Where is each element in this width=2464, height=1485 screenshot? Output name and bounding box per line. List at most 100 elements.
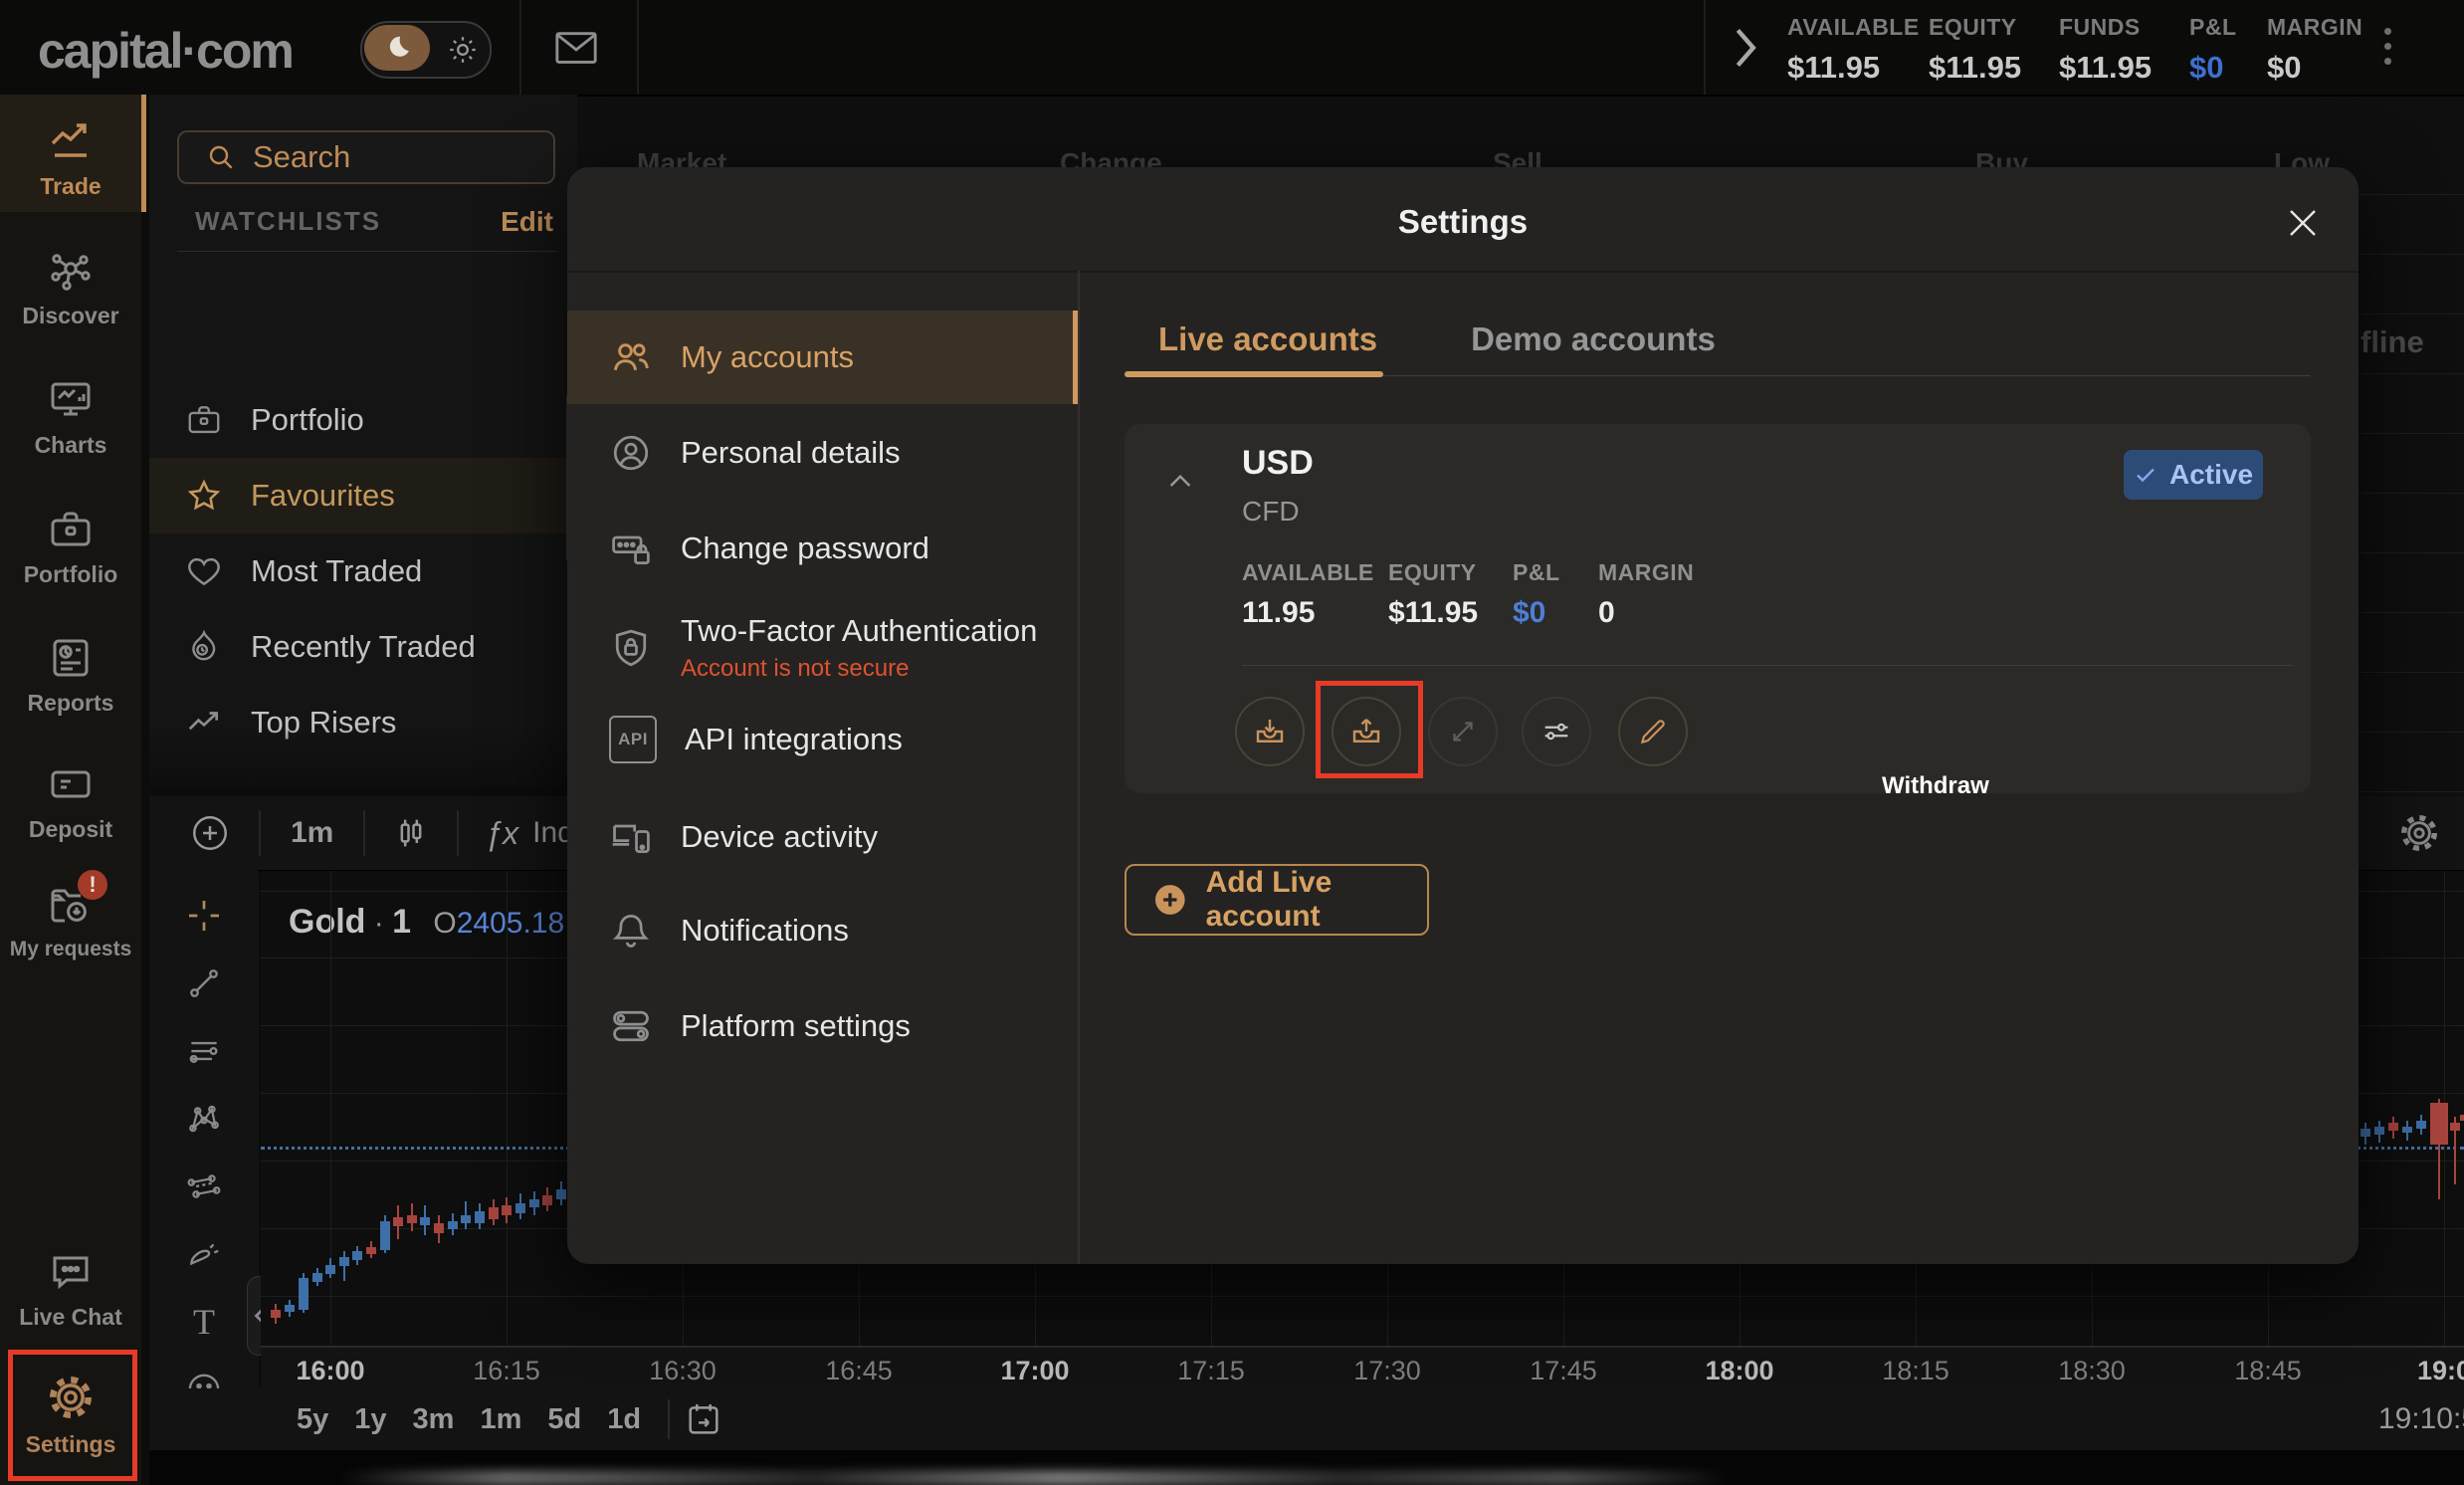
- time-tick-label: 17:45: [1530, 1356, 1597, 1386]
- card-icon: [0, 760, 141, 808]
- reports-icon: [0, 634, 141, 682]
- chart-settings-gear-icon[interactable]: [2396, 810, 2442, 856]
- divider: [567, 271, 2359, 273]
- add-live-account-button[interactable]: Add Live account: [1125, 864, 1429, 936]
- watchlist-item-portfolio[interactable]: Portfolio: [149, 382, 577, 458]
- settings-nav-api-integrations[interactable]: API API integrations: [567, 701, 1078, 778]
- heart-icon: [185, 552, 223, 590]
- xabcd-pattern-tool-icon[interactable]: [185, 1085, 223, 1153]
- transfer-button[interactable]: [1428, 697, 1498, 766]
- settings-nav-my-accounts[interactable]: My accounts: [567, 311, 1078, 404]
- collapse-stats-chevron[interactable]: [1730, 26, 1759, 70]
- sidebar-item-my-requests[interactable]: ! My requests: [0, 882, 141, 961]
- active-status-badge: Active: [2124, 450, 2263, 500]
- app-root: MarketChangeSellBuyLow fline capital·com: [0, 0, 2464, 1485]
- settings-nav-device-activity[interactable]: Device activity: [567, 798, 1078, 876]
- timeframe-5y[interactable]: 5y: [297, 1403, 328, 1436]
- discover-icon: [0, 247, 141, 295]
- kebab-menu-icon[interactable]: [2384, 28, 2391, 65]
- settings-highlight-box: [8, 1350, 137, 1481]
- watchlists-edit-button[interactable]: Edit: [501, 206, 553, 238]
- candle-style-icon[interactable]: [391, 813, 431, 853]
- brush-tool-icon[interactable]: [185, 1220, 223, 1288]
- bell-icon: [609, 909, 653, 953]
- time-tick-label: 16:30: [649, 1356, 717, 1386]
- withdraw-tooltip-label: Withdraw: [1882, 772, 1981, 800]
- stat-equity: EQUITY $11.95: [1929, 14, 2058, 86]
- sidebar-item-reports[interactable]: Reports: [0, 634, 141, 717]
- stat-margin: MARGIN $0: [2267, 14, 2376, 86]
- timeframe-1m[interactable]: 1m: [480, 1403, 521, 1436]
- timeframe-3m[interactable]: 3m: [413, 1403, 455, 1436]
- time-tick-label: 18:15: [1882, 1356, 1950, 1386]
- time-tick-label: 16:45: [825, 1356, 893, 1386]
- sun-icon: [446, 33, 480, 67]
- divider: [1078, 271, 1080, 1264]
- channel-tool-icon[interactable]: [185, 1153, 223, 1220]
- time-tick-label: 16:00: [296, 1356, 364, 1386]
- sidebar-item-charts[interactable]: Charts: [0, 376, 141, 459]
- stat-available: AVAILABLE $11.95: [1787, 14, 1939, 86]
- settings-nav-notifications[interactable]: Notifications: [567, 892, 1078, 969]
- timeframe-5d[interactable]: 5d: [547, 1403, 581, 1436]
- trend-line-tool-icon[interactable]: [185, 950, 223, 1017]
- watchlist-fade: [149, 727, 577, 786]
- time-tick-label: 16:15: [473, 1356, 540, 1386]
- topbar-divider: [637, 0, 639, 95]
- server-clock: 19:10:5: [2378, 1402, 2464, 1436]
- flame-clock-icon: [185, 628, 223, 666]
- withdraw-highlight-box: [1316, 681, 1423, 778]
- stat-funds: FUNDS $11.95: [2059, 14, 2188, 86]
- add-symbol-icon[interactable]: [189, 812, 231, 854]
- time-axis[interactable]: 16:00 16:15 16:30 16:45 17:00 17:15 17:30 17:45…: [261, 1346, 2464, 1390]
- settings-nav-two-factor[interactable]: Two-Factor Authentication Account is not…: [567, 593, 1078, 703]
- edit-account-button[interactable]: [1618, 697, 1688, 766]
- sidebar-item-deposit[interactable]: Deposit: [0, 760, 141, 843]
- plus-circle-icon: [1152, 880, 1188, 920]
- card-stat-available: AVAILABLE 11.95: [1242, 559, 1374, 630]
- time-tick-label: 18:30: [2058, 1356, 2126, 1386]
- text-tool-icon[interactable]: T: [193, 1288, 215, 1356]
- topbar-divider: [1704, 0, 1706, 95]
- watchlist-item-recently-traded[interactable]: Recently Traded: [149, 609, 577, 685]
- search-input[interactable]: Search: [177, 130, 555, 184]
- sidebar-item-discover[interactable]: Discover: [0, 247, 141, 329]
- watchlist-item-favourites[interactable]: Favourites: [149, 458, 577, 533]
- timeframe-1d[interactable]: 1d: [607, 1403, 641, 1436]
- crosshair-tool-icon[interactable]: [184, 882, 224, 950]
- time-tick-label: 17:15: [1177, 1356, 1245, 1386]
- toggles-icon: [609, 1004, 653, 1048]
- sidebar-item-live-chat[interactable]: Live Chat: [0, 1248, 141, 1331]
- timeframe-1y[interactable]: 1y: [354, 1403, 386, 1436]
- interval-button[interactable]: 1m: [291, 816, 333, 850]
- search-icon: [205, 141, 237, 173]
- watchlist-item-most-traded[interactable]: Most Traded: [149, 533, 577, 609]
- account-currency: USD: [1242, 444, 1314, 483]
- mail-icon[interactable]: [553, 28, 599, 68]
- requests-folder-icon: !: [0, 882, 141, 930]
- topbar-divider: [519, 0, 521, 95]
- horizontal-lines-tool-icon[interactable]: [185, 1017, 223, 1085]
- go-to-date-icon[interactable]: [684, 1399, 723, 1439]
- time-tick-label: 17:00: [1000, 1356, 1069, 1386]
- settings-nav-platform-settings[interactable]: Platform settings: [567, 987, 1078, 1065]
- card-stat-pnl: P&L $0: [1513, 559, 1560, 630]
- tab-demo-accounts[interactable]: Demo accounts: [1471, 311, 1747, 384]
- brand-logo[interactable]: capital·com: [38, 22, 293, 80]
- dock-hint: [338, 1471, 1732, 1485]
- time-tick-label: 19:0: [2417, 1356, 2464, 1386]
- settings-nav-change-password[interactable]: Change password: [567, 510, 1078, 587]
- indicators-fx-icon[interactable]: ƒx: [485, 815, 518, 852]
- chat-bubble-icon: [0, 1248, 141, 1296]
- deposit-button[interactable]: [1235, 697, 1305, 766]
- active-tab-underline: [1125, 371, 1383, 377]
- collapse-chevron-icon[interactable]: [1164, 466, 1196, 498]
- account-preferences-button[interactable]: [1522, 697, 1591, 766]
- sidebar-item-portfolio[interactable]: Portfolio: [0, 506, 141, 588]
- search-placeholder: Search: [253, 139, 350, 175]
- sidebar-item-trade[interactable]: Trade: [0, 117, 141, 200]
- settings-nav-personal-details[interactable]: Personal details: [567, 414, 1078, 492]
- time-tick-label: 17:30: [1353, 1356, 1421, 1386]
- close-icon[interactable]: [2285, 205, 2321, 241]
- theme-toggle[interactable]: [360, 21, 492, 79]
